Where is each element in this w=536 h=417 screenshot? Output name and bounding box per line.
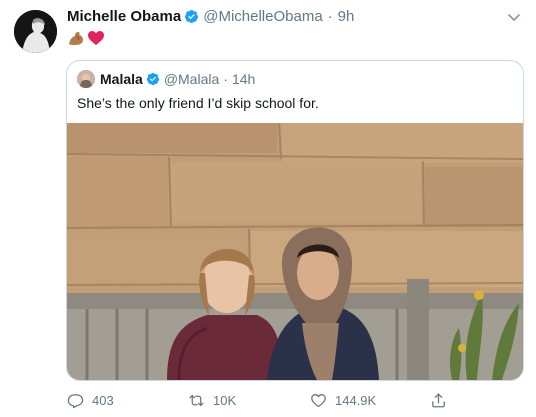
tweet-action-bar: 403 10K 144.9K xyxy=(0,392,536,414)
like-button[interactable]: 144.9K xyxy=(310,392,376,409)
quoted-author-handle: @Malala xyxy=(163,71,220,87)
quoted-tweet-text: She’s the only friend I’d skip school fo… xyxy=(77,95,319,111)
reply-button[interactable]: 403 xyxy=(67,392,114,409)
author-handle[interactable]: @MichelleObama xyxy=(203,8,322,25)
quoted-tweet-card[interactable]: Malala @Malala · 14h She’s the only frie… xyxy=(66,60,524,381)
separator-dot: · xyxy=(223,71,228,87)
author-name[interactable]: Michelle Obama xyxy=(67,8,181,25)
chevron-down-icon[interactable] xyxy=(506,9,522,25)
tweet-timestamp[interactable]: 9h xyxy=(338,8,355,25)
separator-dot: · xyxy=(327,8,333,25)
quoted-author-name: Malala xyxy=(100,71,143,87)
reply-icon xyxy=(67,394,84,409)
tweet-header: Michelle Obama @MichelleObama · 9h xyxy=(67,8,354,25)
verified-badge-icon xyxy=(185,9,199,24)
quoted-author-avatar xyxy=(77,70,95,88)
heart-icon xyxy=(311,394,326,408)
retweet-icon xyxy=(189,394,204,407)
reply-count: 403 xyxy=(92,393,114,408)
like-count: 144.9K xyxy=(335,393,377,408)
red-heart-emoji-icon xyxy=(88,31,104,45)
share-icon xyxy=(432,393,445,408)
quoted-tweet-photo[interactable] xyxy=(67,123,523,380)
verified-badge-icon xyxy=(146,72,159,86)
share-button[interactable] xyxy=(430,392,455,409)
quoted-tweet-timestamp: 14h xyxy=(231,71,256,87)
retweet-count: 10K xyxy=(213,393,237,408)
tweet-text: 💪🏽❤️ xyxy=(67,29,105,47)
flexed-biceps-emoji-icon xyxy=(69,32,83,45)
author-avatar-image xyxy=(14,10,57,53)
quoted-tweet-header: Malala @Malala · 14h xyxy=(77,70,255,88)
retweet-button[interactable]: 10K xyxy=(188,392,236,409)
author-avatar[interactable] xyxy=(14,10,57,53)
